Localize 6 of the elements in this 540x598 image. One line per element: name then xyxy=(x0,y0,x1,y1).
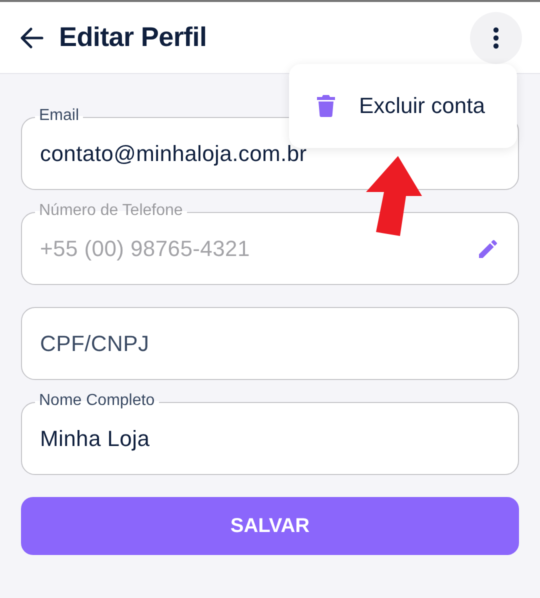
field-value: +55 (00) 98765-4321 xyxy=(40,236,251,262)
field-placeholder: CPF/CNPJ xyxy=(40,330,150,356)
field-value: Minha Loja xyxy=(40,426,151,452)
screen-title: Editar Perfil xyxy=(59,22,208,53)
field-value: contato@minhaloja.com.br xyxy=(40,140,308,166)
field-label: Nome Completo xyxy=(35,391,159,411)
